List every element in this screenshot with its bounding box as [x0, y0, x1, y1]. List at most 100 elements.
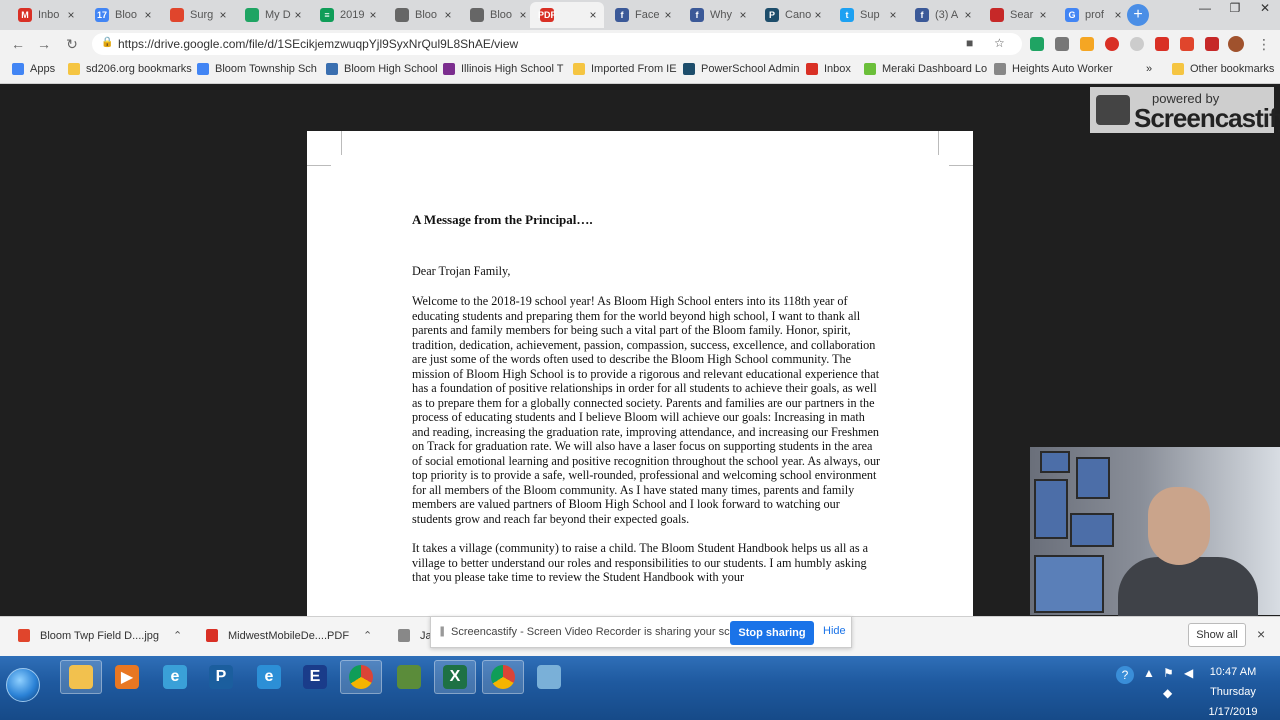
document-paragraph: Welcome to the 2018-19 school year! As B… — [412, 294, 881, 526]
tab[interactable]: ≡ 2019 × — [310, 2, 384, 28]
chevron-up-icon[interactable]: ⌃ — [173, 629, 182, 642]
back-button[interactable]: ← — [8, 34, 28, 54]
facebook-icon: f — [615, 8, 629, 22]
volume-icon[interactable]: ◀ — [1184, 666, 1193, 680]
close-tab-icon[interactable]: × — [961, 8, 975, 22]
extension-icon[interactable] — [1130, 37, 1144, 51]
extension-icon[interactable] — [1180, 37, 1194, 51]
tab[interactable]: f (3) A × — [905, 2, 979, 28]
close-tab-icon[interactable]: × — [216, 8, 230, 22]
close-tab-icon[interactable]: × — [661, 8, 675, 22]
tab[interactable]: M Inbo × — [8, 2, 82, 28]
taskbar-app[interactable] — [482, 660, 524, 694]
webcam-overlay — [1030, 447, 1280, 617]
new-tab-button[interactable]: + — [1127, 4, 1149, 26]
bookmark-item[interactable]: Apps — [12, 63, 55, 75]
start-button[interactable] — [6, 668, 40, 702]
bookmark-item[interactable]: Meraki Dashboard Lo — [864, 63, 987, 75]
bookmark-star-icon[interactable]: ☆ — [994, 36, 1005, 50]
tab[interactable]: My D × — [235, 2, 309, 28]
taskbar-app[interactable]: e — [154, 660, 196, 694]
taskbar-app[interactable] — [388, 660, 430, 694]
download-item[interactable]: MidwestMobileDe....PDF ⌃ — [206, 629, 372, 642]
bookmark-item[interactable]: Illinois High School T — [443, 63, 564, 75]
forward-button[interactable]: → — [34, 34, 54, 54]
help-icon[interactable]: ? — [1116, 666, 1134, 684]
tab[interactable]: 17 Bloo × — [85, 2, 159, 28]
bookmark-item[interactable]: Other bookmarks — [1172, 63, 1274, 75]
bookmark-item[interactable]: Imported From IE — [573, 63, 677, 75]
close-tab-icon[interactable]: × — [586, 8, 600, 22]
bookmark-label: Apps — [30, 63, 56, 75]
taskbar-app[interactable] — [60, 660, 102, 694]
tab-title: Bloo — [490, 9, 513, 21]
ie-icon: e — [257, 665, 281, 689]
taskbar-app[interactable]: E — [294, 660, 336, 694]
tab[interactable]: Gprof × — [1055, 2, 1129, 28]
tab[interactable]: Sear × — [980, 2, 1054, 28]
taskbar-app[interactable]: P — [200, 660, 242, 694]
tab[interactable]: f Why × — [680, 2, 754, 28]
close-tab-icon[interactable]: × — [736, 8, 750, 22]
show-hidden-icons[interactable]: ▲ — [1143, 666, 1155, 680]
close-shelf-button[interactable]: × — [1257, 626, 1265, 642]
chevron-up-icon[interactable]: ⌃ — [363, 629, 372, 642]
address-url: https://drive.google.com/file/d/1SEcikje… — [118, 37, 519, 51]
taskbar-app[interactable]: e — [248, 660, 290, 694]
chrome-icon — [170, 8, 184, 22]
bookmark-item[interactable]: Inbox — [806, 63, 851, 75]
tab-active[interactable]: PDF × — [530, 2, 604, 28]
taskbar-app[interactable]: X — [434, 660, 476, 694]
extension-icon[interactable] — [1030, 37, 1044, 51]
close-window-button[interactable]: ✕ — [1250, 0, 1280, 18]
system-clock[interactable]: 10:47 AM Thursday 1/17/2019 — [1198, 662, 1268, 720]
bookmark-item[interactable]: » — [1146, 63, 1152, 75]
close-tab-icon[interactable]: × — [886, 8, 900, 22]
download-item[interactable]: Bloom Twp Field D....jpg ⌃ — [18, 629, 182, 642]
extension-icon[interactable] — [1080, 37, 1094, 51]
extension-icon[interactable] — [1055, 37, 1069, 51]
close-tab-icon[interactable]: × — [291, 8, 305, 22]
menu-icon[interactable]: ⋮ — [1254, 34, 1274, 54]
reload-button[interactable]: ↻ — [62, 34, 82, 54]
action-center-flag-icon[interactable]: ⚑ — [1163, 666, 1174, 680]
close-tab-icon[interactable]: × — [516, 8, 530, 22]
tab[interactable]: P Cano × — [755, 2, 829, 28]
chrome-icon — [349, 665, 373, 689]
minimize-button[interactable]: — — [1190, 0, 1220, 18]
extension-icon[interactable] — [1155, 37, 1169, 51]
restore-button[interactable]: ❐ — [1220, 0, 1250, 18]
tab[interactable]: Bloo × — [385, 2, 459, 28]
tab[interactable]: Surg × — [160, 2, 234, 28]
tab[interactable]: f Face × — [605, 2, 679, 28]
drag-handle-icon[interactable]: ❚ — [438, 626, 446, 637]
camera-blocked-icon[interactable]: ■ — [966, 36, 973, 50]
screencastify-extension-icon[interactable] — [1105, 37, 1119, 51]
wall-photo — [1076, 457, 1110, 499]
taskbar-app[interactable] — [340, 660, 382, 694]
bookmark-item[interactable]: Bloom Township Sch — [197, 63, 317, 75]
tab[interactable]: Bloo × — [460, 2, 534, 28]
tab[interactable]: t Sup × — [830, 2, 904, 28]
stop-sharing-button[interactable]: Stop sharing — [730, 621, 814, 645]
close-tab-icon[interactable]: × — [141, 8, 155, 22]
show-all-button[interactable]: Show all — [1188, 623, 1246, 647]
taskbar-app[interactable] — [528, 660, 570, 694]
bookmark-item[interactable]: sd206.org bookmarks — [68, 63, 192, 75]
close-tab-icon[interactable]: × — [1111, 8, 1125, 22]
close-tab-icon[interactable]: × — [441, 8, 455, 22]
dropbox-icon[interactable]: ◆ — [1163, 686, 1172, 700]
close-tab-icon[interactable]: × — [811, 8, 825, 22]
close-tab-icon[interactable]: × — [1036, 8, 1050, 22]
bookmark-item[interactable]: Heights Auto Worker — [994, 63, 1113, 75]
bookmark-item[interactable]: PowerSchool Admin — [683, 63, 799, 75]
download-item[interactable]: Ja — [398, 629, 432, 642]
profile-avatar[interactable] — [1228, 36, 1244, 52]
hide-button[interactable]: Hide — [823, 625, 846, 637]
acrobat-extension-icon[interactable] — [1205, 37, 1219, 51]
close-tab-icon[interactable]: × — [366, 8, 380, 22]
bookmark-item[interactable]: Bloom High School — [326, 63, 438, 75]
close-tab-icon[interactable]: × — [64, 8, 78, 22]
taskbar-app[interactable]: ▶ — [106, 660, 148, 694]
address-bar[interactable]: 🔒 https://drive.google.com/file/d/1SEcik… — [92, 33, 1022, 55]
